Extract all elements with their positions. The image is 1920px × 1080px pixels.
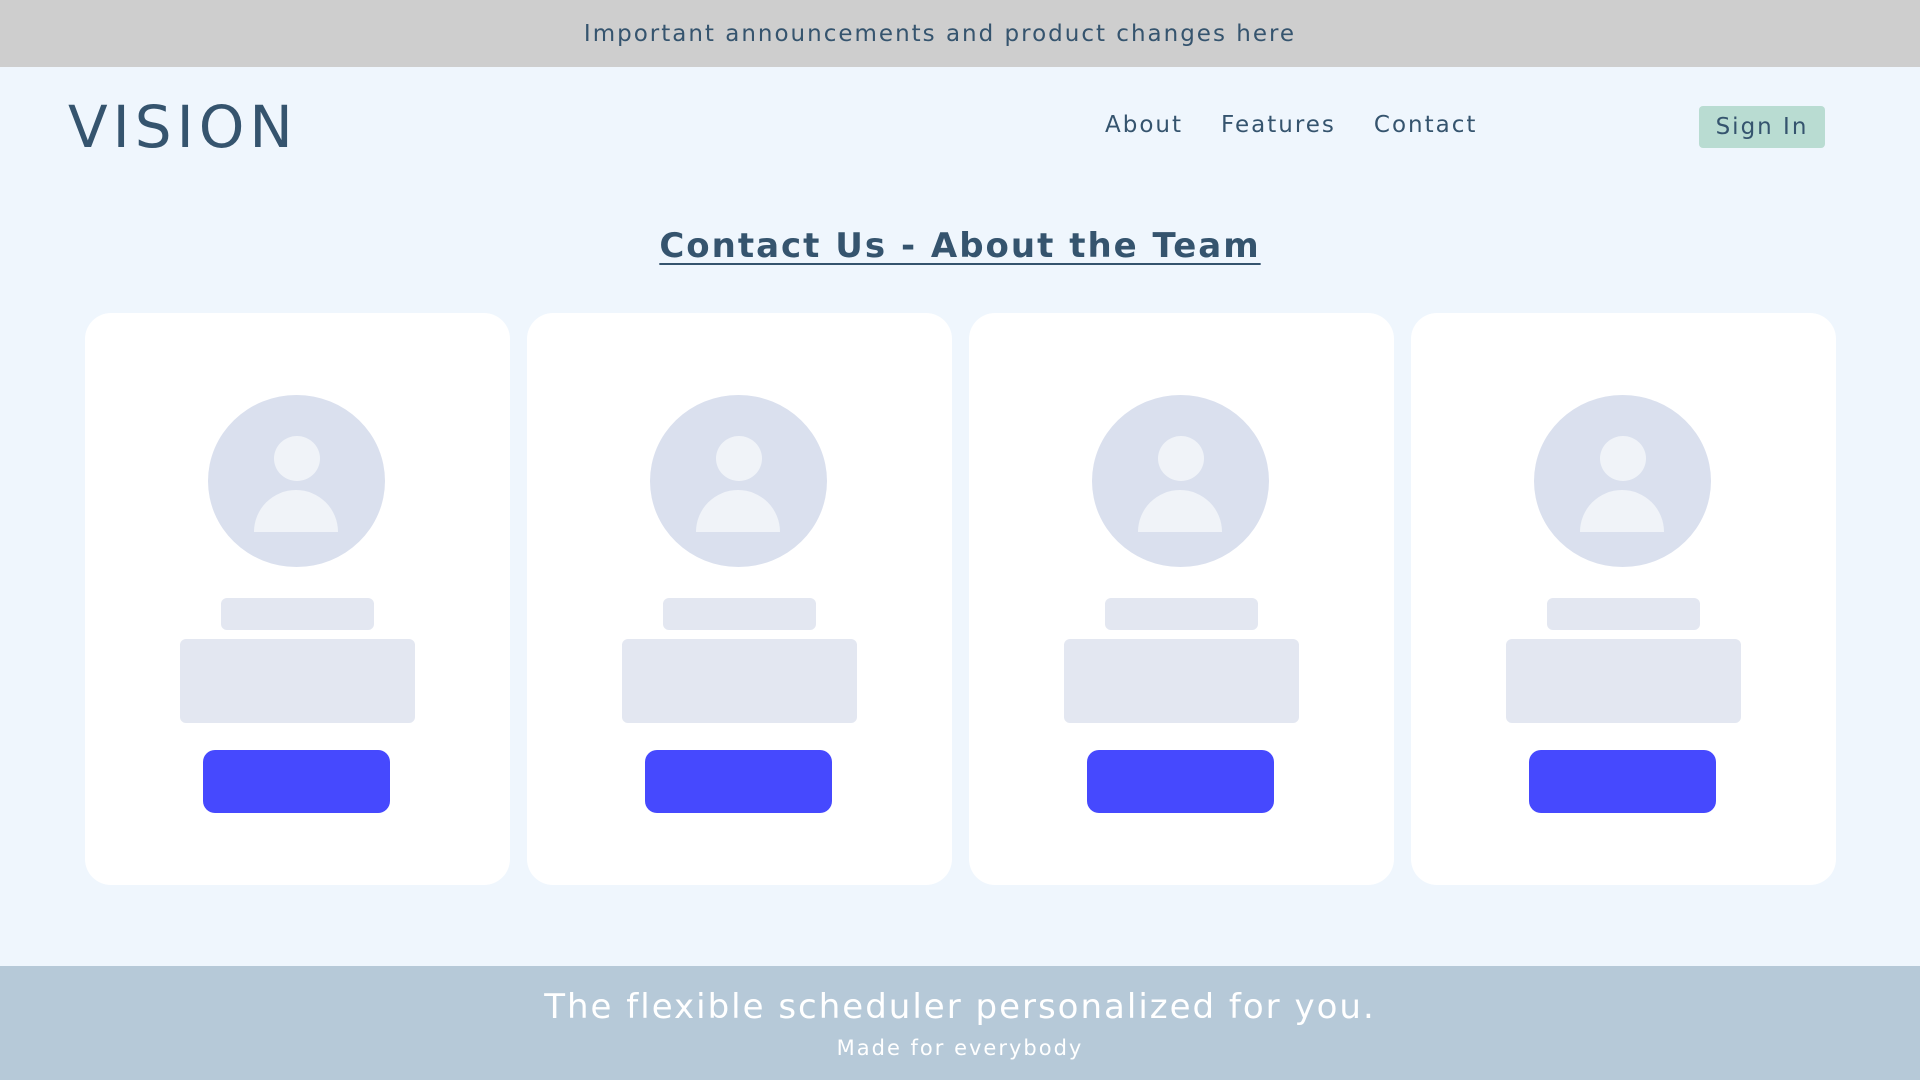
footer: The flexible scheduler personalized for … — [0, 966, 1920, 1080]
user-avatar-icon — [650, 395, 827, 567]
description-placeholder — [180, 639, 415, 723]
avatar-body — [254, 490, 338, 532]
contact-member-button[interactable] — [1087, 750, 1274, 813]
avatar-body — [1138, 490, 1222, 532]
contact-member-button[interactable] — [203, 750, 390, 813]
sign-in-button[interactable]: Sign In — [1699, 106, 1825, 148]
avatar-body — [1580, 490, 1664, 532]
user-avatar-icon — [208, 395, 385, 567]
user-avatar-icon — [1534, 395, 1711, 567]
page-title-text: Contact Us - About the Team — [659, 226, 1261, 266]
logo[interactable]: VISION — [68, 93, 298, 161]
team-card — [85, 313, 510, 885]
description-placeholder — [1064, 639, 1299, 723]
main-nav: About Features Contact — [1105, 112, 1477, 138]
announcement-bar: Important announcements and product chan… — [0, 0, 1920, 67]
user-avatar-icon — [1092, 395, 1269, 567]
avatar-body — [696, 490, 780, 532]
description-placeholder — [622, 639, 857, 723]
contact-member-button[interactable] — [645, 750, 832, 813]
nav-contact[interactable]: Contact — [1374, 112, 1477, 138]
team-cards — [85, 313, 1836, 885]
nav-features[interactable]: Features — [1221, 112, 1336, 138]
name-placeholder — [1547, 598, 1700, 630]
name-placeholder — [221, 598, 374, 630]
contact-member-button[interactable] — [1529, 750, 1716, 813]
nav-about[interactable]: About — [1105, 112, 1183, 138]
footer-tagline: The flexible scheduler personalized for … — [544, 987, 1376, 1027]
footer-subtitle: Made for everybody — [836, 1036, 1084, 1060]
team-card — [969, 313, 1394, 885]
page-title: Contact Us - About the Team — [0, 226, 1920, 266]
team-card — [527, 313, 952, 885]
team-card — [1411, 313, 1836, 885]
announcement-text: Important announcements and product chan… — [583, 20, 1297, 47]
name-placeholder — [1105, 598, 1258, 630]
name-placeholder — [663, 598, 816, 630]
description-placeholder — [1506, 639, 1741, 723]
